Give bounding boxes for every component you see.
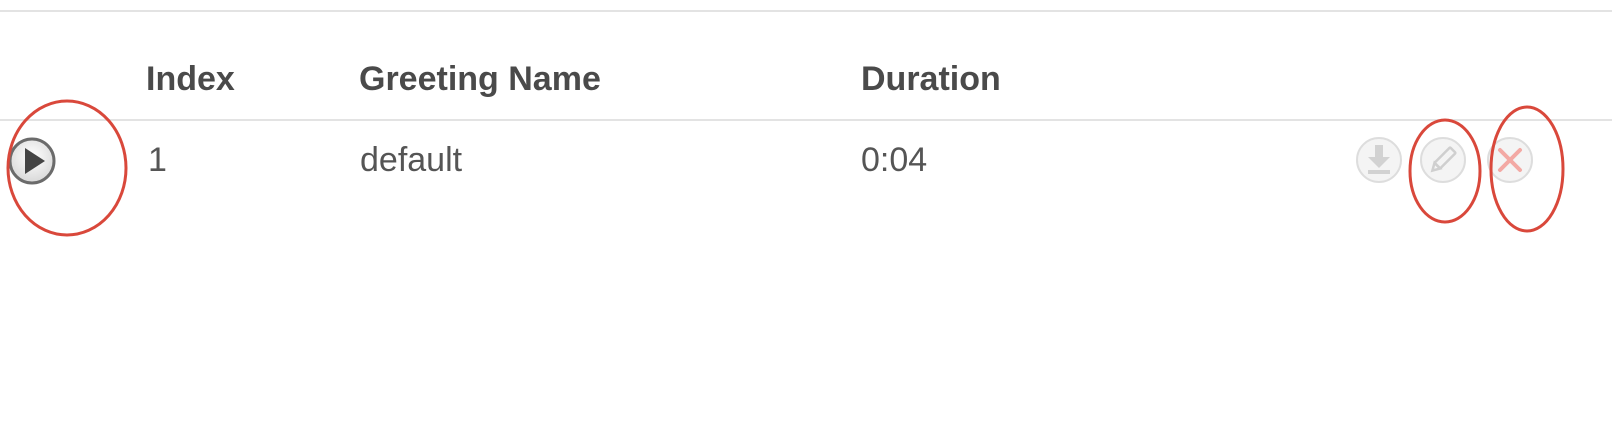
greetings-panel: Index Greeting Name Duration 1 default 0… <box>0 0 1612 438</box>
table-header: Index Greeting Name Duration <box>0 55 1612 103</box>
pencil-icon <box>1420 137 1466 183</box>
play-icon <box>8 137 56 185</box>
cell-index: 1 <box>148 141 167 179</box>
play-button[interactable] <box>7 136 57 186</box>
download-icon <box>1356 137 1402 183</box>
header-divider <box>0 119 1612 121</box>
close-icon <box>1487 137 1533 183</box>
cell-greeting-name: default <box>360 141 463 179</box>
edit-button[interactable] <box>1418 135 1468 185</box>
table-row[interactable]: 1 default 0:04 <box>0 133 1612 187</box>
delete-button[interactable] <box>1485 135 1535 185</box>
cell-duration: 0:04 <box>861 141 928 179</box>
top-divider <box>0 10 1612 12</box>
column-header-greeting-name[interactable]: Greeting Name <box>359 55 601 103</box>
column-header-duration[interactable]: Duration <box>861 55 1001 103</box>
download-button[interactable] <box>1354 135 1404 185</box>
column-header-index[interactable]: Index <box>146 55 235 103</box>
